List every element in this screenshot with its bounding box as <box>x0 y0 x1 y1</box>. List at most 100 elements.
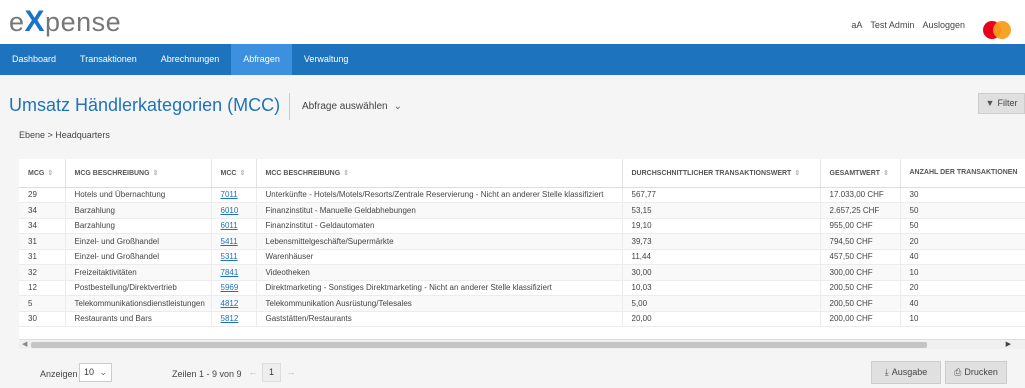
cell-total: 17.033,00 CHF <box>820 187 901 203</box>
scroll-right-icon[interactable]: ▶ <box>1006 340 1011 348</box>
page-size-select[interactable]: 10 ⌄ <box>79 363 112 382</box>
nav-abfragen[interactable]: Abfragen <box>231 44 292 75</box>
export-button[interactable]: ⤓ Ausgabe <box>871 361 941 384</box>
cell-count: 30 <box>900 187 1025 203</box>
cell-mcc-desc: Direktmarketing - Sonstiges Direktmarket… <box>256 280 623 296</box>
cell-total: 457,50 CHF <box>820 249 901 265</box>
cell-count: 20 <box>900 233 1025 250</box>
mcc-link[interactable]: 6010 <box>221 206 239 215</box>
col-header-count[interactable]: ANZAHL DER TRANSAKTIONEN <box>900 159 1025 188</box>
cell-mcg-desc: Barzahlung <box>65 202 212 219</box>
table-row: 5 Telekommunikationsdienstleistungen 4812 T… <box>19 295 1025 312</box>
cell-mcc: 5311 <box>211 249 257 265</box>
cell-mcg: 30 <box>19 311 66 327</box>
cell-mcg: 29 <box>19 187 66 203</box>
table-row: 34 Barzahlung 6011 Finanzinstitut - Geldaut… <box>19 218 1025 234</box>
query-select-dropdown[interactable]: Abfrage auswählen ⌄ <box>302 101 402 112</box>
col-header-avg-value[interactable]: DURCHSCHNITTLICHER TRANSAKTIONSWERT ⇕ <box>622 159 821 188</box>
cell-avg-value: 53,15 <box>622 202 821 219</box>
cell-avg-value: 5,00 <box>622 295 821 312</box>
cell-count: 40 <box>900 249 1025 265</box>
col-header-mcc-beschreibung[interactable]: MCC BESCHREIBUNG ⇕ <box>256 159 623 188</box>
nav-abrechnungen[interactable]: Abrechnungen <box>149 44 232 75</box>
table-row: 12 Postbestellung/Direktvertrieb 5969 Direk… <box>19 280 1025 296</box>
cell-total: 200,50 CHF <box>820 295 901 312</box>
cell-mcg: 34 <box>19 218 66 234</box>
cell-mcc: 6011 <box>211 218 257 234</box>
mcc-link[interactable]: 7841 <box>221 268 239 277</box>
print-button[interactable]: ⎙ Drucken <box>945 361 1007 384</box>
cell-total: 200,00 CHF <box>820 311 901 327</box>
breadcrumb: Ebene > Headquarters <box>19 130 110 140</box>
cell-count: 40 <box>900 295 1025 312</box>
logout-link[interactable]: Ausloggen <box>922 20 965 30</box>
cell-mcc: 5812 <box>211 311 257 327</box>
mcc-link[interactable]: 6011 <box>221 221 238 230</box>
cell-mcg-desc: Postbestellung/Direktvertrieb <box>65 280 212 296</box>
user-name[interactable]: Test Admin <box>870 20 914 30</box>
cell-mcg-desc: Freizeitaktivitäten <box>65 264 212 281</box>
cell-mcc: 5411 <box>211 233 257 250</box>
printer-icon: ⎙ <box>954 367 962 377</box>
page-button-1[interactable]: 1 <box>262 363 281 382</box>
cell-mcc-desc: Finanzinstitut - Geldautomaten <box>256 218 623 234</box>
next-page-button[interactable]: → <box>284 363 298 382</box>
chevron-down-icon: ⌄ <box>99 367 107 377</box>
cell-avg-value: 10,03 <box>622 280 821 296</box>
cell-count: 50 <box>900 218 1025 234</box>
scroll-left-icon[interactable]: ◀ <box>22 340 27 348</box>
mcc-link[interactable]: 5311 <box>221 252 238 261</box>
page-title: Umsatz Händlerkategorien (MCC) <box>9 95 281 115</box>
cell-mcc-desc: Videotheken <box>256 264 623 281</box>
col-header-mcg-beschreibung[interactable]: MCG BESCHREIBUNG ⇕ <box>65 159 212 188</box>
filter-button[interactable]: ▼ Filter <box>978 93 1025 114</box>
cell-mcc: 7011 <box>211 187 257 203</box>
table-row: 31 Einzel- und Großhandel 5411 Lebensmittel… <box>19 233 1025 250</box>
cell-mcg: 31 <box>19 249 66 265</box>
main-nav: Dashboard Transaktionen Abrechnungen Abf… <box>0 44 1025 75</box>
page-size-label: Anzeigen <box>40 369 78 379</box>
mcc-link[interactable]: 4812 <box>221 299 239 308</box>
cell-mcg: 12 <box>19 280 66 296</box>
title-divider <box>289 93 290 120</box>
cell-avg-value: 19,10 <box>622 218 821 234</box>
col-header-mcg[interactable]: MCG ⇕ <box>19 159 66 188</box>
table-row: 34 Barzahlung 6010 Finanzinstitut - Manuell… <box>19 202 1025 219</box>
cell-mcg-desc: Einzel- und Großhandel <box>65 233 212 250</box>
expense-logo[interactable]: eXpense <box>9 5 121 39</box>
mcc-link[interactable]: 5969 <box>221 283 239 292</box>
mcc-link[interactable]: 5812 <box>221 314 239 323</box>
filter-icon: ▼ <box>985 98 995 108</box>
mcc-link[interactable]: 7011 <box>221 190 238 199</box>
nav-transaktionen[interactable]: Transaktionen <box>68 44 149 75</box>
font-size-toggle[interactable]: aA <box>851 20 862 30</box>
cell-count: 10 <box>900 311 1025 327</box>
page-size-value: 10 <box>84 367 95 377</box>
mcc-link[interactable]: 5411 <box>221 237 238 246</box>
scrollbar-thumb[interactable] <box>31 342 927 348</box>
col-header-mcc[interactable]: MCC ⇕ <box>211 159 257 188</box>
prev-page-button[interactable]: ← <box>246 363 260 382</box>
cell-mcc-desc: Gaststätten/Restaurants <box>256 311 623 327</box>
cell-count: 10 <box>900 264 1025 281</box>
cell-total: 794,50 CHF <box>820 233 901 250</box>
cell-avg-value: 30,00 <box>622 264 821 281</box>
export-label: Ausgabe <box>891 367 928 377</box>
cell-mcc-desc: Warenhäuser <box>256 249 623 265</box>
nav-verwaltung[interactable]: Verwaltung <box>292 44 361 75</box>
table-row: 30 Restaurants und Bars 5812 Gaststätten/Re… <box>19 311 1025 327</box>
cell-mcc-desc: Finanzinstitut - Manuelle Geldabhebungen <box>256 202 623 219</box>
sort-icon: ⇕ <box>794 169 801 177</box>
print-label: Drucken <box>964 367 998 377</box>
sort-icon: ⇕ <box>343 169 350 177</box>
title-bar: Umsatz Händlerkategorien (MCC) Abfrage a… <box>0 75 1025 120</box>
cell-mcg: 34 <box>19 202 66 219</box>
cell-avg-value: 567,77 <box>622 187 821 203</box>
sort-icon: ⇕ <box>47 169 54 177</box>
horizontal-scrollbar[interactable]: ◀ ▶ <box>19 339 1025 349</box>
nav-dashboard[interactable]: Dashboard <box>0 44 68 75</box>
cell-avg-value: 39,73 <box>622 233 821 250</box>
cell-mcg: 5 <box>19 295 66 312</box>
col-header-total[interactable]: GESAMTWERT ⇕ <box>820 159 901 188</box>
logo-prefix: e <box>9 7 25 37</box>
